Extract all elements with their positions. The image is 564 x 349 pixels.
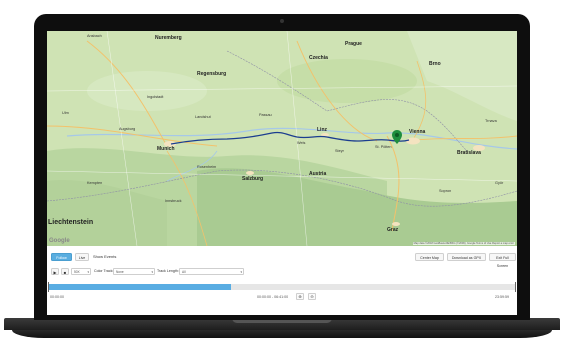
download-gpx-label: Download as GPX [451,256,482,260]
speed-value: 50X [74,270,80,274]
place-label: Graz [387,227,399,233]
place-label: Györ [495,181,504,185]
map-view[interactable]: Ansbach Nuremberg Regensburg Prague Brno… [47,31,517,246]
zoom-in-icon: ⊕ [298,294,302,299]
webcam [280,19,284,23]
place-label: Linz [317,127,327,133]
map-pin-icon[interactable] [392,130,402,144]
screen: Ansbach Nuremberg Regensburg Prague Brno… [47,31,517,315]
track-length-label: Track Length: [157,269,179,273]
speed-select[interactable]: 50X ▾ [71,268,91,275]
live-button-label: Live [78,256,86,260]
place-label: Ingolstadt [147,95,164,99]
chevron-down-icon: ▾ [87,270,89,274]
place-label: Brno [429,61,441,67]
timeline-slider[interactable] [48,282,516,292]
zoom-out-icon: ⊖ [310,294,314,299]
place-label: Munich [157,146,175,152]
google-logo: Google [49,238,70,244]
place-label: Prague [345,41,362,47]
show-events-toggle[interactable]: Show Events [93,254,116,259]
place-label: Ansbach [87,34,102,38]
place-label: Rosenheim [197,165,217,169]
download-gpx-button[interactable]: Download as GPX [447,253,486,261]
laptop-deck [12,330,552,338]
place-label: Wels [297,141,306,145]
map-canvas [47,31,517,246]
follow-button[interactable]: Follow [51,253,72,261]
playback-controls: ▶ ■ 50X ▾ Color Track: None ▾ Track Leng… [47,265,517,279]
timeline-end-time: 23:59:59 [495,295,509,299]
place-label: Landshut [195,115,211,119]
timeline-start-handle[interactable] [48,282,49,292]
exit-fullscreen-button[interactable]: Exit Full Screen [489,253,516,268]
place-label: Sopron [439,189,452,193]
timeline-end-handle[interactable] [515,282,516,292]
place-label: Ulm [62,111,69,115]
play-button[interactable]: ▶ [51,268,59,275]
place-label: Innsbruck [165,199,182,203]
place-label: Regensburg [197,71,227,77]
place-label: St. Pölten [375,145,392,149]
color-track-select[interactable]: None ▾ [113,268,155,275]
live-button[interactable]: Live [75,253,89,261]
track-length-value: All [182,270,186,274]
play-icon: ▶ [53,270,57,275]
stop-button[interactable]: ■ [61,268,69,275]
place-label: Austria [309,171,327,177]
place-label: Bratislava [457,150,481,156]
timeline-current-time: 00:00:00 - 06:41:00 [257,295,289,299]
color-track-value: None [116,270,124,274]
map-toolbar: Follow Live Show Events Center Map Downl… [47,248,517,268]
place-label: Augsburg [119,127,136,131]
place-label: Steyr [335,149,344,153]
place-label: Salzburg [242,176,264,182]
color-track-label: Color Track: [94,269,114,273]
route-track [170,131,410,145]
place-label: Trnava [485,119,497,123]
place-label: Czechia [309,55,328,61]
laptop-base [0,318,564,349]
timeline-progress [49,284,231,290]
center-map-button[interactable]: Center Map [415,253,444,261]
place-label: Vienna [409,129,426,135]
follow-button-label: Follow [56,256,67,260]
place-label: Nuremberg [155,35,182,41]
place-label: Liechtenstein [48,219,94,226]
place-label: Kempten [87,181,103,185]
map-attribution[interactable]: Map data ©2018 GeoBasis-DE/BKG (©2009), … [412,242,515,245]
stop-icon: ■ [63,270,67,275]
timeline-start-time: 00:00:00 [50,295,64,299]
zoom-in-button[interactable]: ⊕ [296,293,304,300]
chevron-down-icon: ▾ [240,270,242,274]
laptop-bezel: Ansbach Nuremberg Regensburg Prague Brno… [34,14,530,320]
chevron-down-icon: ▾ [151,270,153,274]
zoom-out-button[interactable]: ⊖ [308,293,316,300]
place-label: Passau [259,113,272,117]
center-map-label: Center Map [420,256,439,260]
track-length-select[interactable]: All ▾ [179,268,244,275]
